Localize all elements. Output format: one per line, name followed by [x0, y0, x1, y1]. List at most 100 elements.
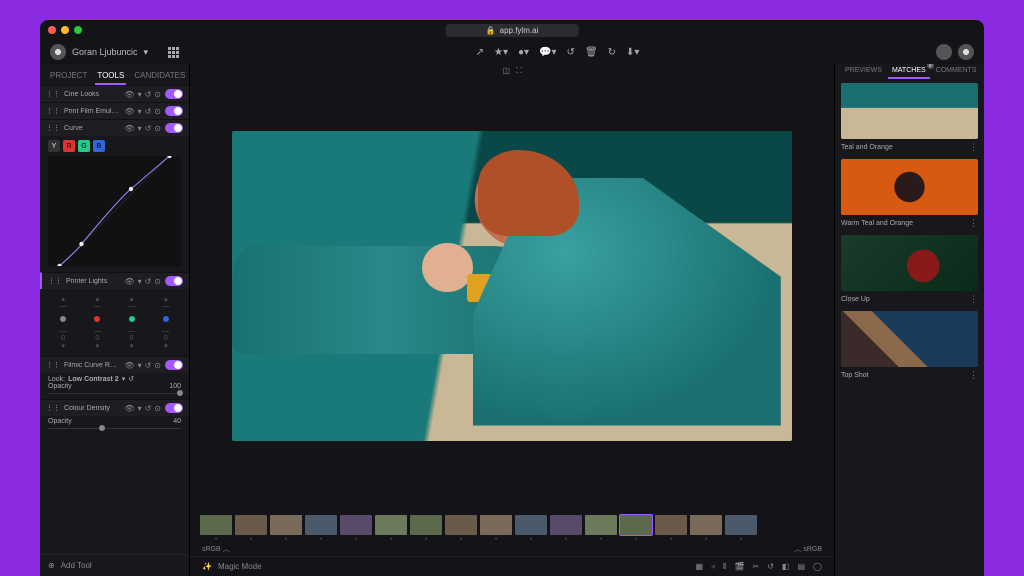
curve-graph[interactable]: [48, 156, 181, 266]
main-image[interactable]: [232, 131, 792, 441]
curve-channel-g[interactable]: G: [78, 140, 90, 152]
match-thumb[interactable]: [841, 83, 978, 139]
more-icon[interactable]: ⋮: [969, 294, 978, 305]
colorspace-left[interactable]: sRGB ︿: [202, 544, 230, 554]
curve-toggle[interactable]: [165, 123, 183, 133]
tool-colour-density[interactable]: ⋮⋮ Colour Density 👁▾↺⊙: [40, 399, 189, 416]
more-icon[interactable]: ⋮: [969, 370, 978, 381]
filmstrip-thumb[interactable]: [410, 515, 442, 535]
filmic-opacity-value: 100: [169, 383, 181, 390]
reset-icon[interactable]: ↺: [128, 375, 134, 383]
minimize-window-icon[interactable]: [61, 26, 69, 34]
user-menu[interactable]: Goran Ljubuncic ▾: [50, 44, 148, 60]
share-icon[interactable]: ↗: [476, 47, 484, 58]
trash-icon[interactable]: 🗑: [585, 47, 598, 58]
match-thumb[interactable]: [841, 311, 978, 367]
clapper-icon[interactable]: 🎬: [735, 562, 745, 572]
tool-print-film[interactable]: ⋮⋮ Print Film Emulation 👁▾↺⊙: [40, 102, 189, 119]
magic-wand-icon[interactable]: ✨: [202, 562, 212, 571]
add-tool-button[interactable]: ⊕ Add Tool: [40, 554, 189, 576]
star-icon[interactable]: ★▾: [494, 47, 508, 58]
filmstrip-thumb[interactable]: [655, 515, 687, 535]
handle-icon: ⋮⋮: [48, 277, 62, 285]
layers-icon[interactable]: ◧: [782, 562, 790, 572]
tool-filmic-curve[interactable]: ⋮⋮ Filmic Curve Respo… 👁▾↺⊙: [40, 356, 189, 373]
curve-channel-y[interactable]: Y: [48, 140, 60, 152]
cine-toggle[interactable]: [165, 89, 183, 99]
circle-icon[interactable]: ◯: [813, 562, 822, 572]
filmstrip-thumb[interactable]: [515, 515, 547, 535]
curve-channel-b[interactable]: B: [93, 140, 105, 152]
filmstrip-thumb[interactable]: [725, 515, 757, 535]
second-avatar-icon[interactable]: [958, 44, 974, 60]
printer-dot-red[interactable]: [94, 316, 100, 322]
gallery-icon[interactable]: ▦: [695, 562, 703, 572]
tab-tools[interactable]: TOOLS: [95, 68, 126, 85]
curve-editor[interactable]: Y R G B: [40, 136, 189, 272]
bars-icon[interactable]: ⦀: [723, 562, 727, 572]
filmstrip-thumb[interactable]: [200, 515, 232, 535]
reset-icon[interactable]: ↺: [145, 90, 152, 99]
curve-channel-r[interactable]: R: [63, 140, 75, 152]
tag-dot-icon[interactable]: ●▾: [518, 47, 529, 58]
more-icon[interactable]: ⊙: [154, 90, 161, 99]
close-window-icon[interactable]: [48, 26, 56, 34]
fullscreen-icon[interactable]: ⛶: [516, 66, 522, 76]
undo2-icon[interactable]: ↺: [767, 562, 774, 572]
filmic-opacity-slider[interactable]: [48, 393, 181, 394]
scissors-icon[interactable]: ✂: [753, 562, 760, 572]
filmstrip-thumb[interactable]: [235, 515, 267, 535]
colourdensity-toggle[interactable]: [165, 403, 183, 413]
filmstrip-thumb[interactable]: [480, 515, 512, 535]
tool-curve[interactable]: ⋮⋮ Curve 👁▾↺⊙: [40, 119, 189, 136]
colorspace-right[interactable]: ︿ sRGB: [794, 544, 822, 554]
maximize-window-icon[interactable]: [74, 26, 82, 34]
filmstrip-thumb[interactable]: [305, 515, 337, 535]
grid-icon[interactable]: ▤: [797, 562, 805, 572]
match-thumb[interactable]: [841, 235, 978, 291]
handle-icon: ⋮⋮: [46, 124, 60, 132]
printer-lights-grid[interactable]: ▴▴▴▴ ———— ———— 0 0 0 0 ▾▾▾▾: [40, 289, 189, 356]
comment-icon[interactable]: 💬▾: [539, 47, 556, 58]
filmstrip-thumb[interactable]: [550, 515, 582, 535]
histogram-icon[interactable]: ⫞: [711, 562, 715, 572]
filmstrip-thumb[interactable]: [690, 515, 722, 535]
chevron-down-icon[interactable]: ▾: [122, 375, 126, 383]
printer-dot-grey[interactable]: [60, 316, 66, 322]
filmic-toggle[interactable]: [165, 360, 183, 370]
tool-cine-looks[interactable]: ⋮⋮ Cine Looks 👁▾↺⊙: [40, 85, 189, 102]
download-icon[interactable]: ⬇▾: [626, 47, 639, 58]
filmstrip-thumb[interactable]: [375, 515, 407, 535]
magic-mode-button[interactable]: Magic Mode: [218, 562, 262, 571]
add-user-icon[interactable]: [936, 44, 952, 60]
apps-grid-icon[interactable]: [168, 47, 179, 58]
printer-toggle[interactable]: [165, 276, 183, 286]
more-icon[interactable]: ⋮: [969, 218, 978, 229]
undo-icon[interactable]: ↺: [567, 47, 575, 58]
tab-comments[interactable]: COMMENTS: [932, 64, 981, 79]
tab-matches[interactable]: MATCHES 9: [888, 64, 930, 79]
more-icon[interactable]: ⋮: [969, 142, 978, 153]
tab-project[interactable]: PROJECT: [48, 68, 89, 85]
chevron-down-icon[interactable]: ▾: [138, 90, 142, 99]
filmstrip-thumb[interactable]: [585, 515, 617, 535]
address-bar[interactable]: 🔒 app.fylm.ai: [446, 24, 579, 37]
printer-dot-green[interactable]: [129, 316, 135, 322]
redo-icon[interactable]: ↻: [608, 47, 616, 58]
lock-icon: 🔒: [486, 26, 496, 35]
tool-printer-lights[interactable]: ⋮⋮ Printer Lights 👁▾↺⊙: [40, 272, 189, 289]
filmstrip-thumb[interactable]: [620, 515, 652, 535]
match-thumb[interactable]: [841, 159, 978, 215]
filmstrip-thumb[interactable]: [445, 515, 477, 535]
tab-candidates[interactable]: CANDIDATES: [132, 68, 187, 85]
filmstrip-thumb[interactable]: [270, 515, 302, 535]
tab-previews[interactable]: PREVIEWS: [841, 64, 886, 79]
cd-opacity-slider[interactable]: [48, 428, 181, 429]
compare-icon[interactable]: ◫: [502, 66, 510, 76]
eye-icon[interactable]: 👁: [124, 90, 134, 99]
user-name: Goran Ljubuncic: [72, 47, 138, 57]
look-value[interactable]: Low Contrast 2: [68, 376, 119, 383]
filmstrip-thumb[interactable]: [340, 515, 372, 535]
printfilm-toggle[interactable]: [165, 106, 183, 116]
printer-dot-blue[interactable]: [163, 316, 169, 322]
